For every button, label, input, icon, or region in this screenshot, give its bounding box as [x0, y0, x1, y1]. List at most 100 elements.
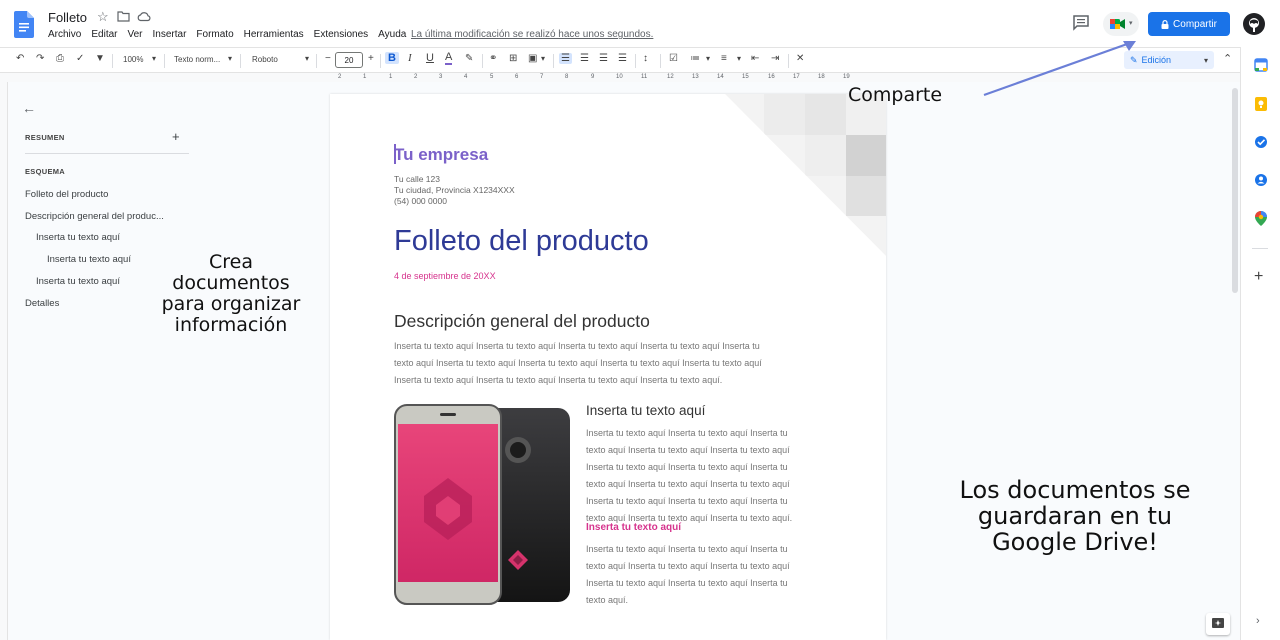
address-line[interactable]: Tu ciudad, Provincia X1234XXX [394, 185, 515, 195]
comment-history-icon[interactable] [1072, 15, 1090, 31]
paint-format-icon[interactable]: ▼ [95, 53, 105, 64]
body-text-line[interactable]: texto aquí Inserta tu texto aquí Inserta… [394, 358, 762, 368]
document-heading[interactable]: Folleto del producto [394, 225, 649, 258]
body-text-line[interactable]: Inserta tu texto aquí Inserta tu texto a… [586, 578, 788, 588]
highlight-icon[interactable]: ✎ [465, 53, 473, 64]
body-text-line[interactable]: Inserta tu texto aquí Inserta tu texto a… [586, 462, 788, 472]
horizontal-ruler[interactable]: 2 1 1 2 3 4 5 6 7 8 9 10 11 12 13 14 15 16 17 18 19 [330, 73, 886, 82]
menu-insertar[interactable]: Insertar [153, 29, 187, 40]
menu-formato[interactable]: Formato [196, 29, 233, 40]
outline-item[interactable]: Inserta tu texto aquí [47, 254, 131, 265]
menu-extensiones[interactable]: Extensiones [314, 29, 368, 40]
calendar-icon[interactable] [1254, 58, 1268, 72]
redo-icon[interactable]: ↷ [36, 53, 44, 64]
add-comment-icon[interactable]: ⊞ [509, 53, 517, 64]
link-icon[interactable]: ⚭ [489, 53, 497, 64]
bullet-chevron-icon[interactable]: ▾ [706, 54, 710, 63]
last-edit-link[interactable]: La última modificación se realizó hace u… [411, 29, 653, 40]
justify-icon[interactable]: ☰ [618, 53, 627, 64]
clear-formatting-icon[interactable]: ✕ [796, 53, 804, 64]
move-folder-icon[interactable] [117, 11, 130, 22]
line-spacing-icon[interactable]: ↕ [643, 53, 648, 64]
address-line[interactable]: Tu calle 123 [394, 174, 440, 184]
avatar[interactable] [1243, 13, 1265, 35]
italic-button[interactable]: I [408, 52, 412, 64]
outline-item[interactable]: Inserta tu texto aquí [36, 276, 120, 287]
body-text-line[interactable]: Inserta tu texto aquí Inserta tu texto a… [586, 544, 788, 554]
vertical-ruler[interactable] [0, 82, 8, 640]
address-line[interactable]: (54) 000 0000 [394, 196, 447, 206]
menu-ver[interactable]: Ver [127, 29, 142, 40]
subheading-accent[interactable]: Inserta tu texto aquí [586, 522, 681, 533]
align-left-icon[interactable]: ☰ [559, 53, 572, 64]
subheading[interactable]: Inserta tu texto aquí [586, 403, 705, 418]
body-text-line[interactable]: texto aquí. [586, 595, 628, 605]
ruler-tick-label: 10 [616, 74, 623, 80]
document-title[interactable]: Folleto [48, 10, 87, 25]
menu-ayuda[interactable]: Ayuda [378, 29, 406, 40]
keep-icon[interactable] [1255, 97, 1267, 111]
docs-logo-icon[interactable] [14, 11, 34, 38]
cloud-status-icon[interactable] [137, 11, 151, 22]
font-size-input[interactable]: 20 [335, 52, 363, 68]
star-icon[interactable]: ☆ [97, 9, 109, 25]
collapse-toolbar-icon[interactable]: ⌃ [1223, 52, 1232, 65]
menu-herramientas[interactable]: Herramientas [244, 29, 304, 40]
number-chevron-icon[interactable]: ▾ [737, 54, 741, 63]
share-button[interactable]: Compartir [1148, 12, 1230, 36]
contacts-icon[interactable] [1254, 173, 1268, 187]
ruler-tick-label: 2 [338, 74, 342, 80]
style-chevron-icon[interactable]: ▾ [228, 54, 232, 63]
text-color-button[interactable]: A [445, 51, 453, 65]
underline-button[interactable]: U [426, 52, 434, 64]
get-addons-icon[interactable]: + [1254, 268, 1263, 286]
body-text-line[interactable]: Inserta tu texto aquí Inserta tu texto a… [394, 375, 722, 385]
font-size-decrease[interactable]: − [325, 53, 331, 64]
phone-illustration[interactable] [394, 404, 572, 606]
numbered-list-icon[interactable]: ≡ [721, 53, 727, 64]
add-summary-icon[interactable]: + [172, 129, 180, 144]
menu-archivo[interactable]: Archivo [48, 29, 81, 40]
align-right-icon[interactable]: ☰ [599, 53, 608, 64]
meet-button[interactable]: ▾ [1103, 12, 1139, 36]
show-side-panel-icon[interactable]: › [1256, 615, 1260, 627]
body-text-line[interactable]: texto aquí Inserta tu texto aquí Inserta… [586, 445, 790, 455]
menu-bar: Archivo Editar Ver Insertar Formato Herr… [48, 29, 406, 40]
vertical-scrollbar[interactable] [1232, 88, 1238, 293]
body-text-line[interactable]: Inserta tu texto aquí Inserta tu texto a… [586, 428, 788, 438]
bulleted-list-icon[interactable]: ≔ [690, 53, 700, 64]
tasks-icon[interactable] [1254, 135, 1268, 149]
outline-item[interactable]: Inserta tu texto aquí [36, 232, 120, 243]
decrease-indent-icon[interactable]: ⇤ [751, 53, 759, 64]
image-chevron-icon[interactable]: ▾ [541, 54, 545, 63]
body-text-line[interactable]: Inserta tu texto aquí Inserta tu texto a… [586, 496, 788, 506]
outline-item[interactable]: Descripción general del produc... [25, 211, 164, 222]
spellcheck-icon[interactable]: ✓ [76, 53, 84, 64]
body-text-line[interactable]: texto aquí Inserta tu texto aquí Inserta… [586, 479, 790, 489]
print-icon[interactable]: ⎙ [56, 53, 64, 64]
font-chevron-icon[interactable]: ▾ [305, 54, 309, 63]
maps-icon[interactable] [1255, 211, 1267, 226]
body-text-line[interactable]: texto aquí Inserta tu texto aquí Inserta… [586, 561, 790, 571]
body-text-line[interactable]: Inserta tu texto aquí Inserta tu texto a… [394, 341, 760, 351]
back-arrow-icon[interactable]: ← [22, 100, 36, 116]
outline-item[interactable]: Detalles [25, 298, 59, 309]
font-size-increase[interactable]: + [368, 53, 374, 64]
checklist-icon[interactable]: ☑ [669, 53, 678, 64]
insert-image-icon[interactable]: ▣ [528, 53, 537, 64]
font-select[interactable]: Roboto [252, 55, 278, 64]
outline-item[interactable]: Folleto del producto [25, 189, 108, 200]
align-center-icon[interactable]: ☰ [580, 53, 589, 64]
document-date[interactable]: 4 de septiembre de 20XX [394, 271, 496, 281]
style-select[interactable]: Texto norm... [174, 55, 220, 64]
zoom-chevron-icon[interactable]: ▾ [152, 54, 156, 63]
company-name[interactable]: Tu empresa [394, 145, 488, 165]
explore-button[interactable] [1206, 613, 1230, 635]
menu-editar[interactable]: Editar [91, 29, 117, 40]
zoom-select[interactable]: 100% [123, 55, 143, 64]
bold-button[interactable]: B [385, 52, 399, 64]
document-page[interactable]: Tu empresa Tu calle 123 Tu ciudad, Provi… [330, 94, 886, 640]
undo-icon[interactable]: ↶ [16, 53, 24, 64]
section-title[interactable]: Descripción general del producto [394, 311, 650, 332]
increase-indent-icon[interactable]: ⇥ [771, 53, 779, 64]
